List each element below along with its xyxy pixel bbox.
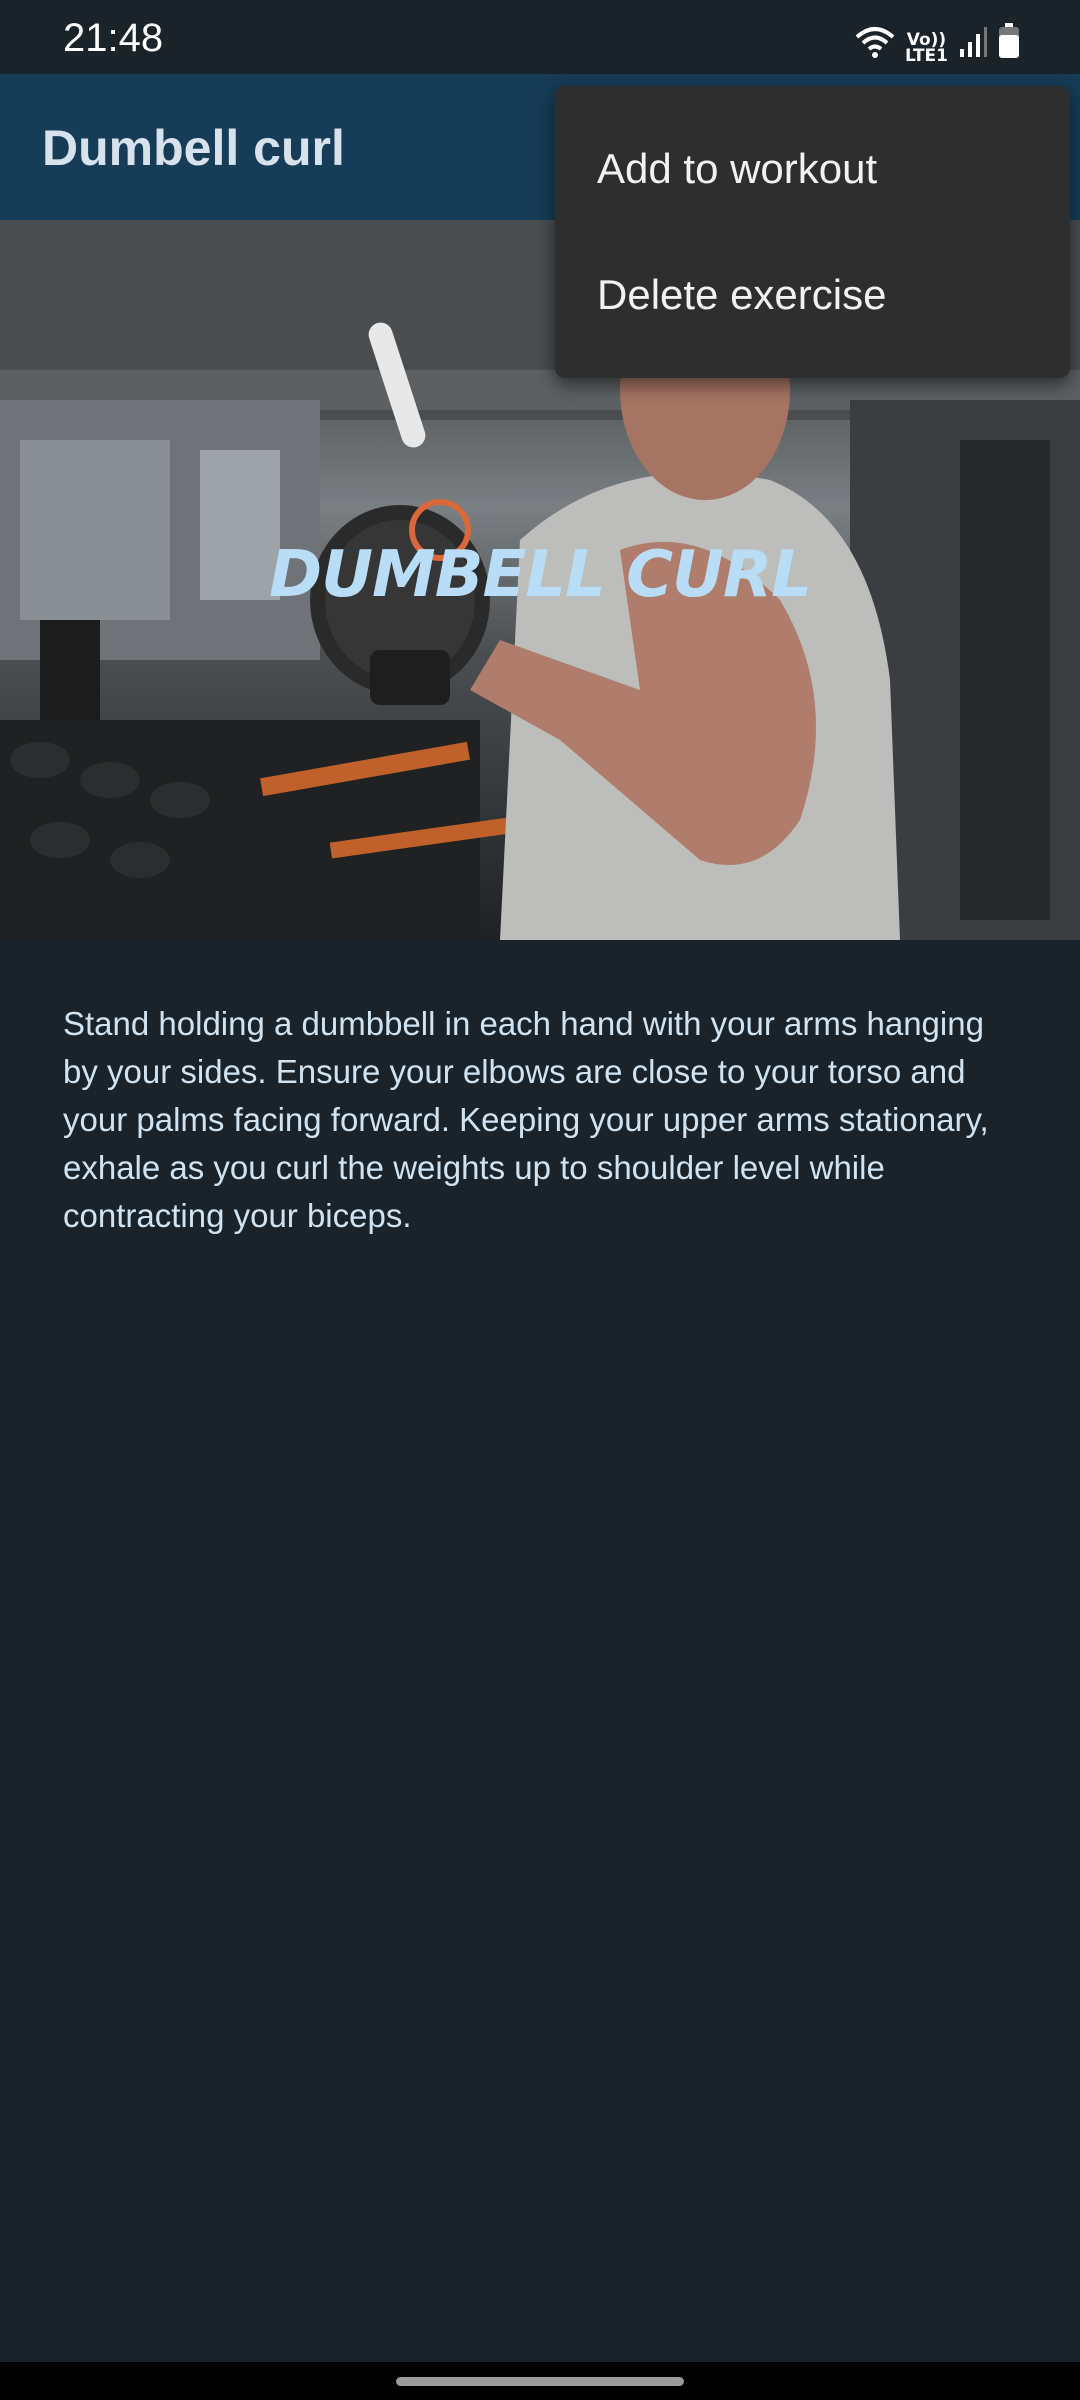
status-icons: Vo)) LTE1 [855, 23, 1020, 66]
status-bar: 21:48 Vo)) LTE1 [0, 0, 1080, 74]
menu-item-delete-exercise[interactable]: Delete exercise [555, 232, 1070, 358]
exercise-detail-screen: 21:48 Vo)) LTE1 Dumbell curl DUMBELL CUR… [0, 0, 1080, 2400]
hero-overlay-title: DUMBELL CURL [268, 538, 812, 612]
home-gesture-handle[interactable] [396, 2377, 684, 2386]
overflow-menu: Add to workout Delete exercise [555, 86, 1070, 378]
page-title: Dumbell curl [42, 120, 345, 176]
wifi-icon [855, 25, 895, 64]
exercise-description: Stand holding a dumbbell in each hand wi… [63, 1005, 989, 1234]
network-type-label: Vo)) LTE1 [904, 32, 948, 66]
lte-label: LTE1 [904, 46, 948, 66]
signal-icon [958, 25, 988, 64]
status-time: 21:48 [63, 16, 164, 60]
battery-icon [998, 23, 1020, 64]
system-navigation-bar [0, 2362, 1080, 2400]
menu-item-add-to-workout[interactable]: Add to workout [555, 106, 1070, 232]
